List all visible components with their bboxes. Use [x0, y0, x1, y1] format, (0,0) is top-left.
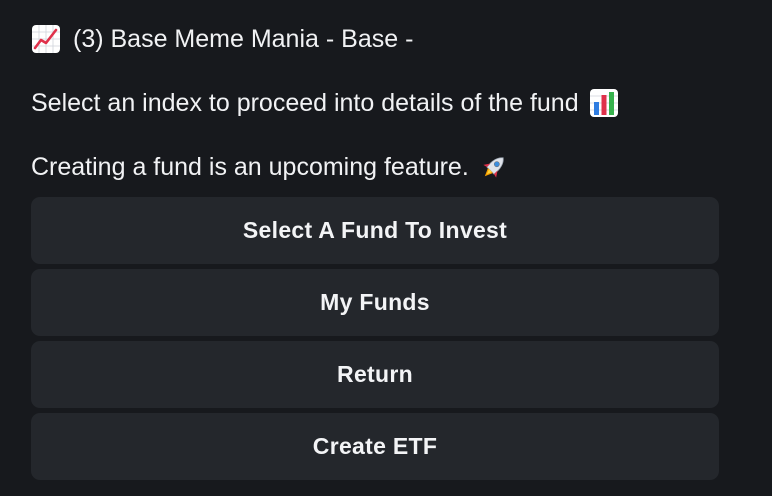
rocket-icon: [479, 152, 509, 182]
chart-increasing-icon: [31, 24, 61, 54]
message-title: (3) Base Meme Mania - Base -: [73, 25, 414, 53]
return-button[interactable]: Return: [31, 341, 719, 408]
message-title-line: (3) Base Meme Mania - Base -: [31, 23, 413, 55]
bar-chart-icon: [589, 88, 619, 118]
message-instruction-line: Select an index to proceed into details …: [31, 87, 619, 119]
message-notice-line: Creating a fund is an upcoming feature.: [31, 151, 509, 183]
message-notice: Creating a fund is an upcoming feature.: [31, 153, 469, 181]
my-funds-button[interactable]: My Funds: [31, 269, 719, 336]
create-etf-button[interactable]: Create ETF: [31, 413, 719, 480]
select-fund-to-invest-button[interactable]: Select A Fund To Invest: [31, 197, 719, 264]
message-instruction: Select an index to proceed into details …: [31, 89, 579, 117]
